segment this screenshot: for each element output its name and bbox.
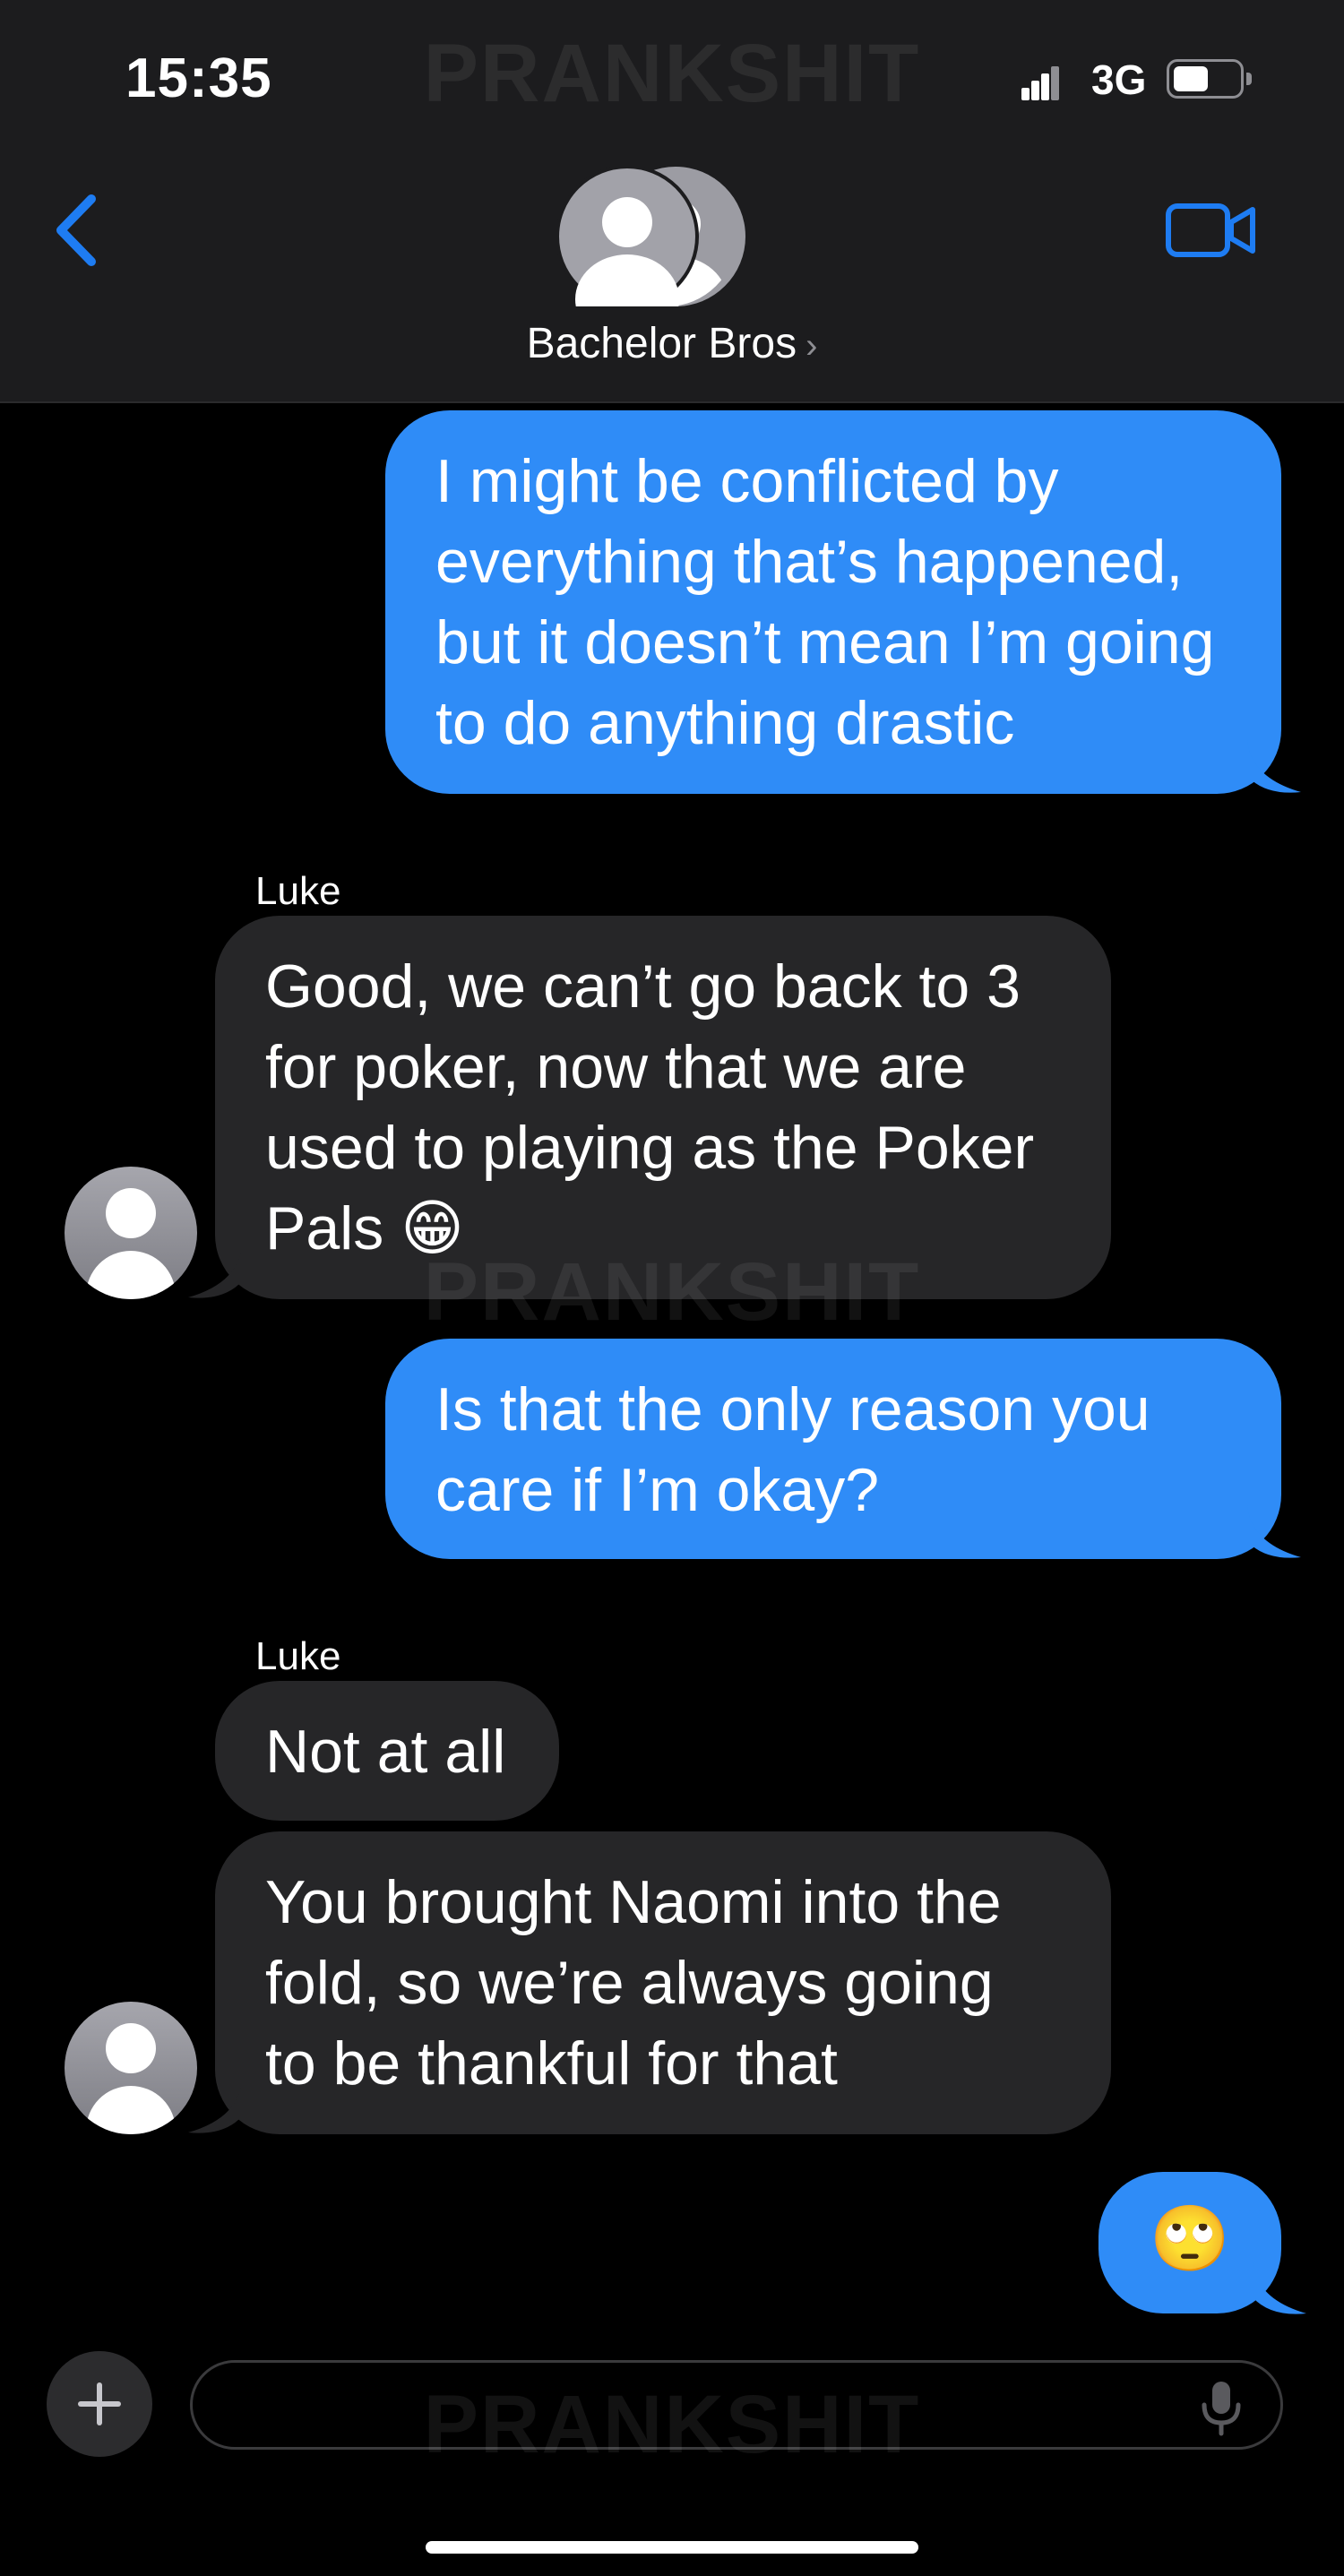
message-bubble-received[interactable]: Not at all	[215, 1681, 559, 1821]
message-bubble-received[interactable]: You brought Naomi into the fold, so we’r…	[215, 1831, 1111, 2134]
conversation-header: 15:35 PRANKSHIT 3G Bachelor Bros ›	[0, 0, 1344, 403]
status-time: 15:35	[125, 47, 272, 109]
plus-icon	[78, 2382, 121, 2425]
bubble-tail	[1247, 740, 1301, 793]
back-chevron-icon[interactable]	[50, 190, 104, 271]
microphone-icon[interactable]	[1199, 2380, 1244, 2437]
message-bubble-received[interactable]: Good, we can’t go back to 3 for poker, n…	[215, 916, 1111, 1299]
contact-avatar-icon[interactable]	[65, 2002, 197, 2134]
network-type: 3G	[1091, 56, 1147, 103]
home-indicator[interactable]	[426, 2541, 918, 2554]
message-text: Is that the only reason you care if I’m …	[435, 1375, 1150, 1524]
sender-name: Luke	[255, 869, 341, 913]
message-text: I might be conflicted by everything that…	[435, 447, 1215, 757]
contact-avatar-icon[interactable]	[65, 1167, 197, 1299]
message-bubble-sent[interactable]: I might be conflicted by everything that…	[385, 410, 1281, 794]
group-name-label: Bachelor Bros	[526, 320, 797, 367]
message-bubble-sent[interactable]: Is that the only reason you care if I’m …	[385, 1339, 1281, 1559]
plus-button[interactable]	[47, 2351, 152, 2457]
bubble-tail	[1247, 1505, 1301, 1558]
bubble-tail	[188, 1245, 242, 1298]
sender-name: Luke	[255, 1634, 341, 1678]
message-input[interactable]	[190, 2360, 1283, 2450]
video-camera-icon[interactable]	[1165, 201, 1258, 260]
message-text: You brought Naomi into the fold, so we’r…	[265, 1868, 1002, 2098]
bubble-tail	[1253, 2262, 1306, 2314]
battery-icon	[1167, 59, 1252, 99]
group-name-button[interactable]: Bachelor Bros ›	[0, 319, 1344, 368]
message-text: 🙄	[1150, 2203, 1230, 2275]
chevron-right-icon: ›	[806, 326, 818, 366]
bubble-tail	[188, 2081, 242, 2133]
signal-strength-icon	[1021, 65, 1059, 100]
message-text: Not at all	[265, 1718, 506, 1786]
message-text: Good, we can’t go back to 3 for poker, n…	[265, 952, 1035, 1262]
group-avatar-icon[interactable]	[556, 165, 745, 344]
